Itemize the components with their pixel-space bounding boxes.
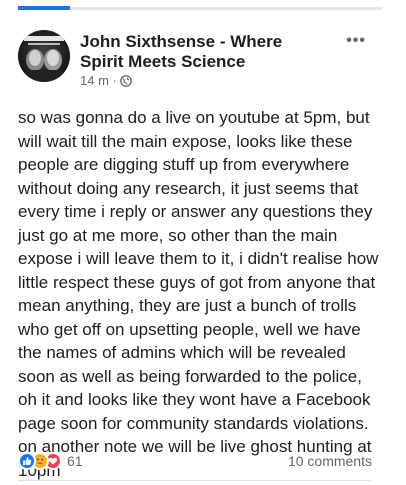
post-time[interactable]: 14 m · bbox=[80, 73, 117, 88]
like-icon bbox=[18, 452, 36, 470]
more-options-button[interactable]: ••• bbox=[346, 32, 366, 50]
globe-icon bbox=[119, 74, 132, 87]
reactions-summary[interactable]: 61 bbox=[18, 452, 83, 470]
post-text: so was gonna do a live on youtube at 5pm… bbox=[18, 108, 379, 480]
post-meta: 14 m · bbox=[80, 73, 132, 88]
top-strip bbox=[0, 0, 406, 18]
avatar[interactable] bbox=[18, 30, 70, 82]
bottom-divider bbox=[18, 480, 372, 481]
reaction-count: 61 bbox=[67, 453, 83, 469]
post-header: John Sixthsense - Where Spirit Meets Sci… bbox=[18, 24, 382, 88]
accent-bar bbox=[18, 6, 70, 10]
avatar-image bbox=[24, 36, 64, 82]
comments-count-link[interactable]: 10 comments bbox=[288, 453, 372, 469]
post-card: John Sixthsense - Where Spirit Meets Sci… bbox=[18, 24, 382, 482]
top-divider bbox=[70, 7, 382, 10]
author-name[interactable]: John Sixthsense - Where Spirit Meets Sci… bbox=[80, 32, 330, 72]
post-footer: 61 10 comments bbox=[18, 449, 372, 473]
